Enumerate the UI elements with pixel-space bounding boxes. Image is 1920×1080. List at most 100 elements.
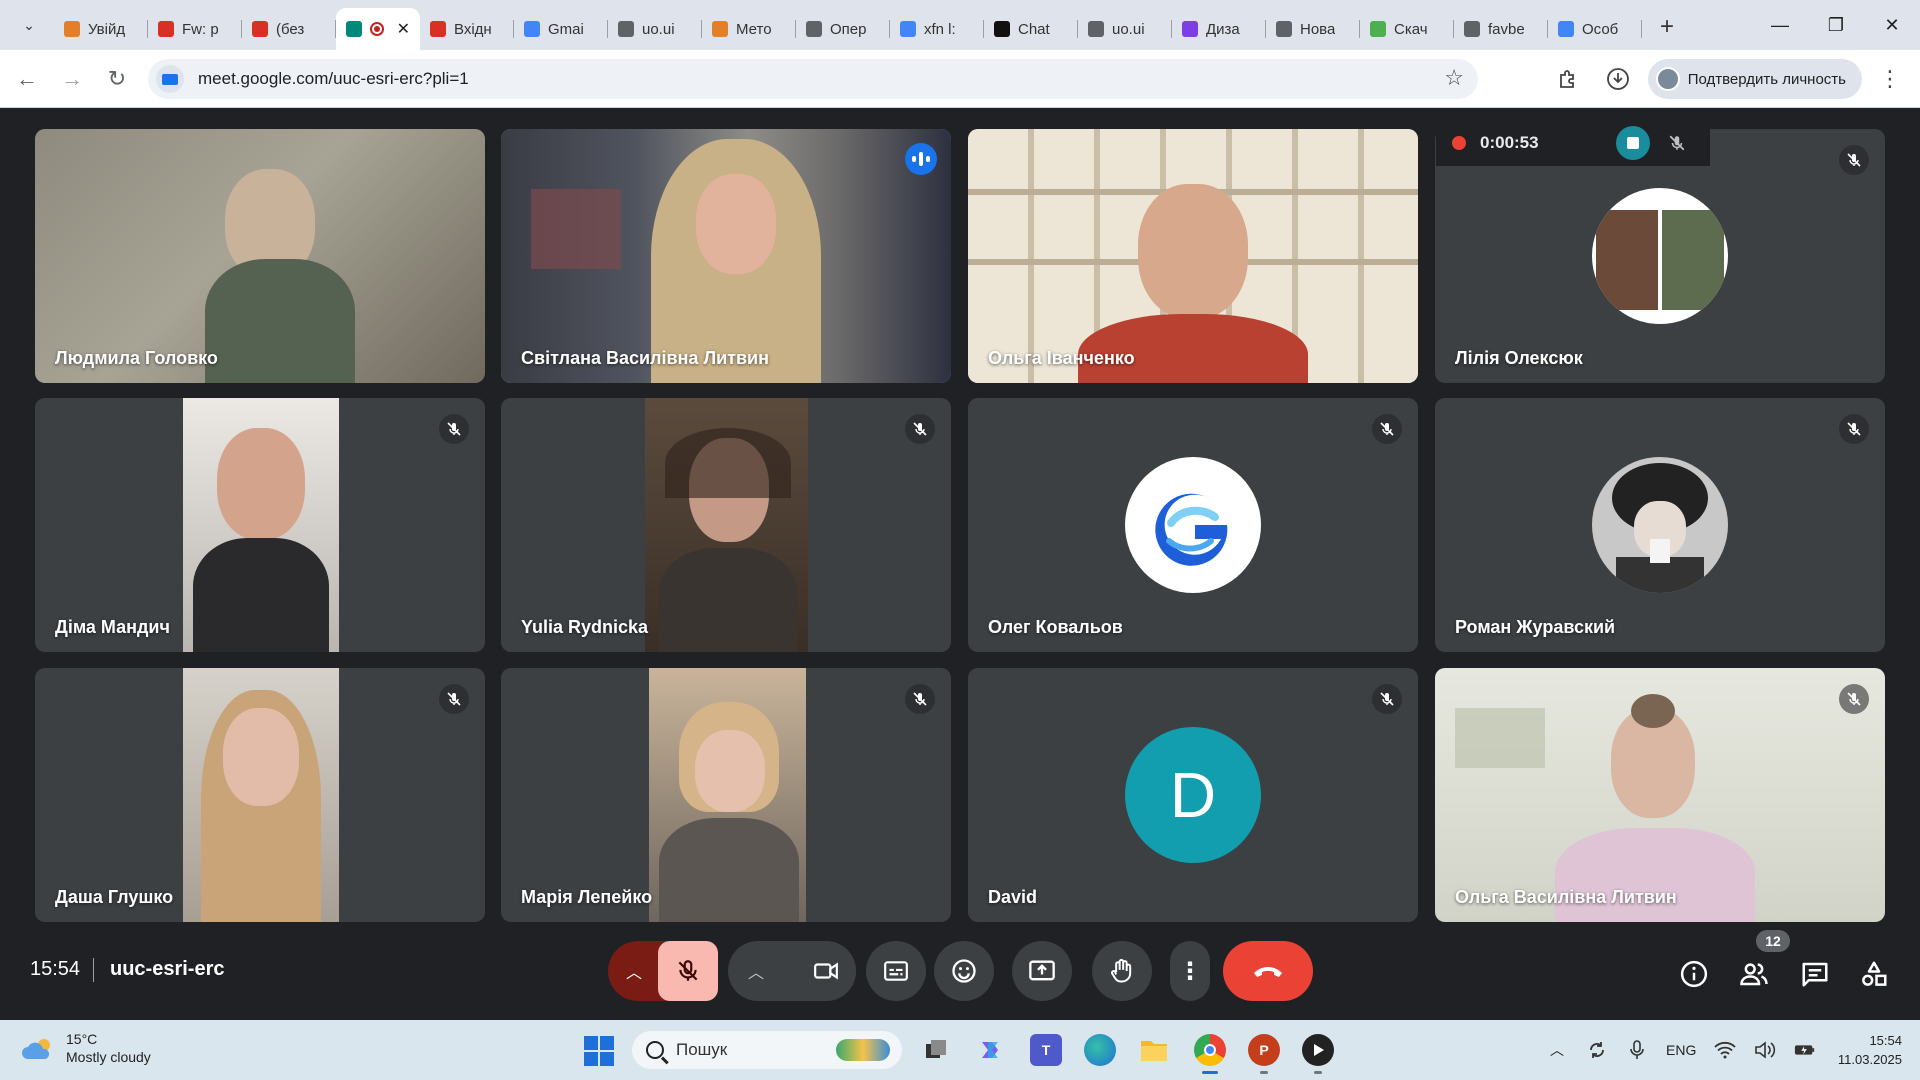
browser-tab[interactable]: Gmai: [514, 8, 608, 50]
participant-tile[interactable]: Ольга Іванченко: [968, 129, 1418, 383]
edge-icon[interactable]: [1084, 1034, 1116, 1066]
end-call-icon: [1254, 967, 1282, 977]
participant-tile[interactable]: D David: [968, 668, 1418, 922]
people-button[interactable]: [1736, 956, 1772, 992]
info-icon: [1680, 960, 1708, 988]
browser-tab[interactable]: xfn l:: [890, 8, 984, 50]
tab-title: Мето: [736, 20, 772, 38]
weather-widget[interactable]: 15°C Mostly cloudy: [22, 1030, 151, 1066]
camera-button-group: ︿: [728, 941, 856, 1001]
microphone-toggle-button[interactable]: [658, 941, 718, 1001]
browser-tab[interactable]: Опер: [796, 8, 890, 50]
minimize-button[interactable]: —: [1752, 0, 1808, 50]
speaking-indicator-icon: [905, 143, 937, 175]
participant-tile[interactable]: Діма Мандич: [35, 398, 485, 652]
battery-charging-icon[interactable]: [1794, 1039, 1816, 1061]
new-tab-button[interactable]: +: [1650, 10, 1684, 44]
participant-tile[interactable]: Ольга Василівна Литвин: [1435, 668, 1885, 922]
browser-tab[interactable]: Chat: [984, 8, 1078, 50]
globe-icon: [1464, 21, 1480, 37]
url-text[interactable]: meet.google.com/uuc-esri-erc?pli=1: [198, 69, 469, 89]
volume-icon[interactable]: [1754, 1039, 1776, 1061]
copilot-icon[interactable]: [974, 1034, 1006, 1066]
participant-tile[interactable]: Світлана Василівна Литвин: [501, 129, 951, 383]
browser-tab[interactable]: Мето: [702, 8, 796, 50]
close-window-button[interactable]: ✕: [1864, 0, 1920, 50]
tab-title: uo.ui: [642, 20, 675, 38]
tray-overflow-chevron-icon[interactable]: ︿: [1546, 1039, 1568, 1061]
browser-tab[interactable]: Увійд: [54, 8, 148, 50]
leave-call-button[interactable]: [1223, 941, 1313, 1001]
media-player-icon[interactable]: [1302, 1034, 1334, 1074]
downloads-icon[interactable]: [1598, 59, 1638, 99]
input-language[interactable]: ENG: [1666, 1042, 1696, 1058]
browser-tab[interactable]: Нова: [1266, 8, 1360, 50]
google-icon: [524, 21, 540, 37]
meeting-details-button[interactable]: [1676, 956, 1712, 992]
browser-tab[interactable]: (без: [242, 8, 336, 50]
browser-tab[interactable]: ✕: [336, 8, 420, 50]
forward-button[interactable]: →: [54, 61, 90, 97]
camera-toggle-button[interactable]: [796, 941, 856, 1001]
reactions-button[interactable]: [934, 941, 994, 1001]
sync-icon[interactable]: [1586, 1039, 1608, 1061]
profile-avatar: [1655, 67, 1680, 91]
tab-title: Опер: [830, 20, 867, 38]
participant-video: [35, 129, 485, 383]
close-tab-icon[interactable]: ✕: [397, 19, 410, 39]
present-screen-button[interactable]: [1012, 941, 1072, 1001]
taskbar-search[interactable]: Пошук: [632, 1031, 902, 1069]
more-options-button[interactable]: ⋮: [1170, 941, 1210, 1001]
address-bar[interactable]: meet.google.com/uuc-esri-erc?pli=1 ☆: [148, 59, 1478, 99]
browser-menu-icon[interactable]: ⋮: [1870, 59, 1910, 99]
wifi-icon[interactable]: [1714, 1039, 1736, 1061]
participant-tile[interactable]: Олег Ковальов: [968, 398, 1418, 652]
participant-video: [649, 668, 806, 922]
profile-chip[interactable]: Подтвердить личность: [1647, 59, 1862, 99]
chat-button[interactable]: [1797, 956, 1833, 992]
taskbar-clock[interactable]: 15:54 11.03.2025: [1838, 1031, 1902, 1069]
bookmark-star-icon[interactable]: ☆: [1444, 65, 1464, 91]
captions-button[interactable]: [866, 941, 926, 1001]
browser-tab[interactable]: Диза: [1172, 8, 1266, 50]
participant-tile[interactable]: Роман Журавский: [1435, 398, 1885, 652]
browser-tab[interactable]: Особ: [1548, 8, 1642, 50]
microphone-tray-icon[interactable]: [1626, 1039, 1648, 1061]
teams-icon[interactable]: T: [1030, 1034, 1062, 1066]
raise-hand-button[interactable]: [1092, 941, 1152, 1001]
stop-recording-button[interactable]: [1616, 126, 1650, 160]
more-vert-icon: ⋮: [1178, 957, 1202, 985]
browser-tab[interactable]: Скач: [1360, 8, 1454, 50]
participant-tile[interactable]: Марія Лепейко: [501, 668, 951, 922]
audio-options-chevron-icon[interactable]: ︿: [626, 959, 642, 983]
tab-title: Нова: [1300, 20, 1336, 38]
video-options-chevron-icon[interactable]: ︿: [748, 959, 764, 983]
site-info-icon[interactable]: [156, 65, 184, 93]
video-camera-icon: [814, 962, 838, 980]
chrome-icon[interactable]: [1194, 1034, 1226, 1074]
browser-tab[interactable]: Fw: p: [148, 8, 242, 50]
search-highlight-image: [836, 1039, 890, 1061]
participant-name: Світлана Василівна Литвин: [521, 348, 769, 368]
back-button[interactable]: ←: [9, 61, 45, 97]
tab-search-button[interactable]: ⌄: [12, 8, 46, 42]
globe-icon: [618, 21, 634, 37]
restore-button[interactable]: ❐: [1808, 0, 1864, 50]
activities-button[interactable]: [1856, 956, 1892, 992]
browser-tab[interactable]: uo.ui: [1078, 8, 1172, 50]
powerpoint-icon[interactable]: P: [1248, 1034, 1280, 1074]
browser-tab[interactable]: uo.ui: [608, 8, 702, 50]
participant-tile[interactable]: Лілія Олексюк: [1435, 129, 1885, 383]
file-explorer-icon[interactable]: [1138, 1034, 1170, 1066]
participant-tile[interactable]: Даша Глушко: [35, 668, 485, 922]
participant-tile[interactable]: Yulia Rydnicka: [501, 398, 951, 652]
search-placeholder: Пошук: [676, 1040, 728, 1059]
recording-mic-off-icon[interactable]: [1660, 126, 1694, 160]
task-view-icon[interactable]: [920, 1034, 952, 1066]
participant-tile[interactable]: Людмила Головко: [35, 129, 485, 383]
browser-tab[interactable]: favbe: [1454, 8, 1548, 50]
start-button[interactable]: [584, 1036, 614, 1066]
extensions-icon[interactable]: [1548, 59, 1588, 99]
browser-tab[interactable]: Вхідн: [420, 8, 514, 50]
reload-button[interactable]: ↻: [99, 61, 135, 97]
